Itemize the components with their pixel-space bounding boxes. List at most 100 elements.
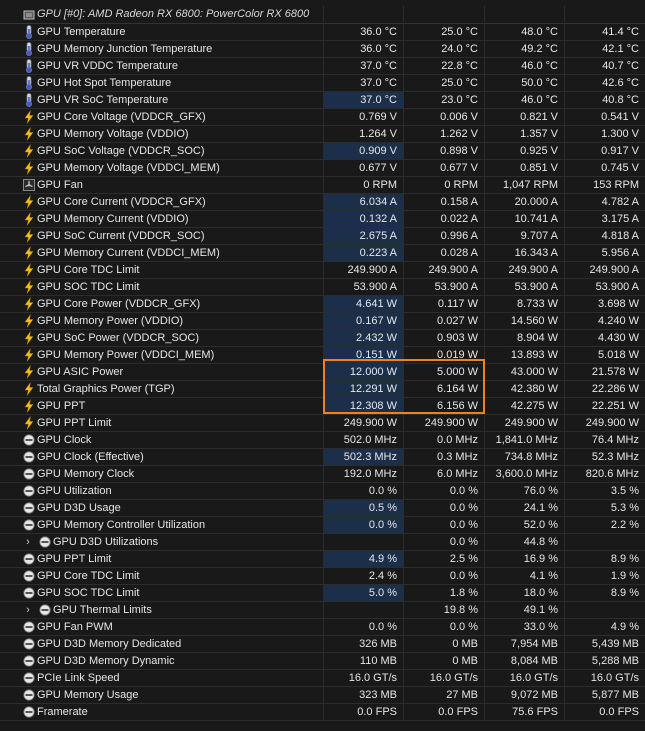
sensor-row-gpu-temperature[interactable]: GPU Temperature 36.0 °C 25.0 °C 48.0 °C 41.4… bbox=[0, 24, 645, 41]
thermometer-icon bbox=[26, 59, 32, 73]
value-text: 16.0 GT/s bbox=[509, 672, 558, 684]
value-text: 0.019 W bbox=[437, 349, 478, 361]
sensor-row-gpu-hot-spot-temperature[interactable]: GPU Hot Spot Temperature 37.0 °C 25.0 °C 50… bbox=[0, 75, 645, 92]
average-value: 5,288 MB bbox=[564, 653, 645, 669]
average-value: 5,439 MB bbox=[564, 636, 645, 652]
value-text: 0.909 V bbox=[359, 145, 397, 157]
sensor-row-gpu-vr-vddc-temperature[interactable]: GPU VR VDDC Temperature 37.0 °C 22.8 °C 46.… bbox=[0, 58, 645, 75]
sensor-row-gpu-d3d-memory-dynamic[interactable]: GPU D3D Memory Dynamic 110 MB 0 MB 8,084 MB… bbox=[0, 653, 645, 670]
sensor-row-gpu-memory-junction-temperature[interactable]: GPU Memory Junction Temperature 36.0 °C 24… bbox=[0, 41, 645, 58]
average-value: 1.9 % bbox=[564, 568, 645, 584]
sensor-row-gpu-core-voltage-vddcr-gfx[interactable]: GPU Core Voltage (VDDCR_GFX) 0.769 V 0.006… bbox=[0, 109, 645, 126]
gauge-icon bbox=[23, 519, 35, 531]
value-text: 1.262 V bbox=[440, 128, 478, 140]
sensor-row-gpu-ppt-limit[interactable]: GPU PPT Limit 249.900 W 249.900 W 249.900 W… bbox=[0, 415, 645, 432]
maximum-value: 9.707 A bbox=[484, 228, 564, 244]
sensor-row-gpu-memory-voltage-vddci-mem[interactable]: GPU Memory Voltage (VDDCI_MEM) 0.677 V 0.6… bbox=[0, 160, 645, 177]
sensor-label-text: GPU Hot Spot Temperature bbox=[37, 77, 172, 89]
minimum-value: 0.3 MHz bbox=[403, 449, 484, 465]
sensor-label: GPU Memory Voltage (VDDIO) bbox=[20, 126, 323, 142]
sensor-row-gpu-soc-current-vddcr-soc[interactable]: GPU SoC Current (VDDCR_SOC) 2.675 A 0.996 … bbox=[0, 228, 645, 245]
sensor-row-gpu-memory-current-vddci-mem[interactable]: GPU Memory Current (VDDCI_MEM) 0.223 A 0.0… bbox=[0, 245, 645, 262]
sensor-row-gpu-d3d-utilizations[interactable]: › GPU D3D Utilizations 0.0 % 44.8 % bbox=[0, 534, 645, 551]
current-value: 1.264 V bbox=[323, 126, 403, 142]
value-text: 0.028 A bbox=[440, 247, 478, 259]
sensor-row-gpu-core-current-vddcr-gfx[interactable]: GPU Core Current (VDDCR_GFX) 6.034 A 0.158… bbox=[0, 194, 645, 211]
sensor-label: GPU Memory Controller Utilization bbox=[20, 517, 323, 533]
sensor-row-gpu-memory-controller-utilization[interactable]: GPU Memory Controller Utilization 0.0 % 0.… bbox=[0, 517, 645, 534]
sensor-label: GPU Memory Power (VDDCI_MEM) bbox=[20, 347, 323, 363]
lightning-icon bbox=[24, 144, 34, 158]
sensor-row-gpu-clock[interactable]: GPU Clock 502.0 MHz 0.0 MHz 1,841.0 MHz 76.4… bbox=[0, 432, 645, 449]
sensor-row-gpu-vr-soc-temperature[interactable]: GPU VR SoC Temperature 37.0 °C 23.0 °C 46.0… bbox=[0, 92, 645, 109]
sensor-label: GPU Core TDC Limit bbox=[20, 568, 323, 584]
sensor-label: › GPU D3D Utilizations bbox=[20, 534, 323, 550]
thermometer-icon bbox=[26, 42, 32, 56]
value-text: 37.0 °C bbox=[360, 60, 397, 72]
sensor-row-gpu-memory-current-vddio[interactable]: GPU Memory Current (VDDIO) 0.132 A 0.022 A… bbox=[0, 211, 645, 228]
value-text: 0.158 A bbox=[440, 196, 478, 208]
sensor-row-gpu-soc-tdc-limit[interactable]: GPU SOC TDC Limit 5.0 % 1.8 % 18.0 % 8.9 % bbox=[0, 585, 645, 602]
expand-chevron-icon[interactable]: › bbox=[23, 534, 33, 550]
value-text: 16.0 GT/s bbox=[590, 672, 639, 684]
value-text: 4.240 W bbox=[598, 315, 639, 327]
maximum-value: 43.000 W bbox=[484, 364, 564, 380]
value-text: 0.0 % bbox=[449, 485, 478, 497]
value-text: 76.0 % bbox=[523, 485, 558, 497]
sensor-row-gpu-asic-power[interactable]: GPU ASIC Power 12.000 W 5.000 W 43.000 W 21.… bbox=[0, 364, 645, 381]
minimum-value: 0.019 W bbox=[403, 347, 484, 363]
gauge-icon bbox=[23, 485, 35, 497]
sensor-row-gpu-ppt-limit[interactable]: GPU PPT Limit 4.9 % 2.5 % 16.9 % 8.9 % bbox=[0, 551, 645, 568]
sensor-group-header[interactable]: GPU [#0]: AMD Radeon RX 6800: PowerColor… bbox=[0, 6, 645, 24]
value-text: 46.0 °C bbox=[521, 60, 558, 72]
sensor-row-gpu-core-tdc-limit[interactable]: GPU Core TDC Limit 2.4 % 0.0 % 4.1 % 1.9 % bbox=[0, 568, 645, 585]
sensor-row-gpu-d3d-usage[interactable]: GPU D3D Usage 0.5 % 0.0 % 24.1 % 5.3 % bbox=[0, 500, 645, 517]
sensor-row-gpu-clock-effective[interactable]: GPU Clock (Effective) 502.3 MHz 0.3 MHz 734… bbox=[0, 449, 645, 466]
gauge-icon bbox=[23, 468, 35, 480]
sensor-row-gpu-d3d-memory-dedicated[interactable]: GPU D3D Memory Dedicated 326 MB 0 MB 7,954 … bbox=[0, 636, 645, 653]
sensor-row-gpu-fan[interactable]: GPU Fan 0 RPM 0 RPM 1,047 RPM 153 RPM bbox=[0, 177, 645, 194]
value-text: 3.175 A bbox=[601, 213, 639, 225]
sensor-row-gpu-memory-power-vddio[interactable]: GPU Memory Power (VDDIO) 0.167 W 0.027 W 14… bbox=[0, 313, 645, 330]
sensor-row-gpu-soc-tdc-limit[interactable]: GPU SOC TDC Limit 53.900 A 53.900 A 53.900 … bbox=[0, 279, 645, 296]
sensor-row-gpu-thermal-limits[interactable]: › GPU Thermal Limits 19.8 % 49.1 % bbox=[0, 602, 645, 619]
sensor-label-text: GPU D3D Usage bbox=[37, 502, 121, 514]
expand-chevron-icon[interactable]: › bbox=[23, 602, 33, 618]
sensor-row-gpu-utilization[interactable]: GPU Utilization 0.0 % 0.0 % 76.0 % 3.5 % bbox=[0, 483, 645, 500]
current-value: 4.9 % bbox=[323, 551, 403, 567]
value-text: 53.900 A bbox=[514, 281, 558, 293]
minimum-value: 0.0 % bbox=[403, 517, 484, 533]
gauge-icon bbox=[23, 638, 35, 650]
value-text: 0.0 % bbox=[368, 485, 397, 497]
sensor-row-gpu-core-tdc-limit[interactable]: GPU Core TDC Limit 249.900 A 249.900 A 249.… bbox=[0, 262, 645, 279]
value-text: 249.900 W bbox=[504, 417, 558, 429]
minimum-value: 0.0 % bbox=[403, 483, 484, 499]
sensor-row-framerate[interactable]: Framerate 0.0 FPS 0.0 FPS 75.6 FPS 0.0 FPS bbox=[0, 704, 645, 721]
value-text: 22.251 W bbox=[591, 400, 639, 412]
sensor-row-gpu-memory-usage[interactable]: GPU Memory Usage 323 MB 27 MB 9,072 MB 5,877… bbox=[0, 687, 645, 704]
maximum-value: 8.733 W bbox=[484, 296, 564, 312]
sensor-label-text: Framerate bbox=[37, 706, 88, 718]
sensor-row-gpu-core-power-vddcr-gfx[interactable]: GPU Core Power (VDDCR_GFX) 4.641 W 0.117 W… bbox=[0, 296, 645, 313]
maximum-value: 42.380 W bbox=[484, 381, 564, 397]
sensor-row-gpu-fan-pwm[interactable]: GPU Fan PWM 0.0 % 0.0 % 33.0 % 4.9 % bbox=[0, 619, 645, 636]
sensor-row-gpu-ppt[interactable]: GPU PPT 12.308 W 6.156 W 42.275 W 22.251 W bbox=[0, 398, 645, 415]
value-text: 36.0 °C bbox=[360, 26, 397, 38]
sensor-row-gpu-soc-power-vddcr-soc[interactable]: GPU SoC Power (VDDCR_SOC) 2.432 W 0.903 W 8… bbox=[0, 330, 645, 347]
value-text: 0.996 A bbox=[440, 230, 478, 242]
current-value: 192.0 MHz bbox=[323, 466, 403, 482]
sensor-label: GPU Memory Current (VDDCI_MEM) bbox=[20, 245, 323, 261]
sensor-label: GPU SOC TDC Limit bbox=[20, 585, 323, 601]
sensor-label-text: GPU Memory Power (VDDIO) bbox=[37, 315, 184, 327]
sensor-label: GPU SoC Power (VDDCR_SOC) bbox=[20, 330, 323, 346]
value-text: 40.8 °C bbox=[602, 94, 639, 106]
sensor-row-gpu-memory-power-vddci-mem[interactable]: GPU Memory Power (VDDCI_MEM) 0.151 W 0.019… bbox=[0, 347, 645, 364]
sensor-row-pcie-link-speed[interactable]: PCIe Link Speed 16.0 GT/s 16.0 GT/s 16.0 GT… bbox=[0, 670, 645, 687]
sensor-row-gpu-memory-clock[interactable]: GPU Memory Clock 192.0 MHz 6.0 MHz 3,600.0 … bbox=[0, 466, 645, 483]
value-text: 19.8 % bbox=[443, 604, 478, 616]
minimum-value: 1.262 V bbox=[403, 126, 484, 142]
sensor-row-gpu-memory-voltage-vddio[interactable]: GPU Memory Voltage (VDDIO) 1.264 V 1.262 V… bbox=[0, 126, 645, 143]
sensor-row-gpu-soc-voltage-vddcr-soc[interactable]: GPU SoC Voltage (VDDCR_SOC) 0.909 V 0.898 … bbox=[0, 143, 645, 160]
sensor-row-total-graphics-power-tgp[interactable]: Total Graphics Power (TGP) 12.291 W 6.164 … bbox=[0, 381, 645, 398]
value-text: 25.0 °C bbox=[441, 77, 478, 89]
